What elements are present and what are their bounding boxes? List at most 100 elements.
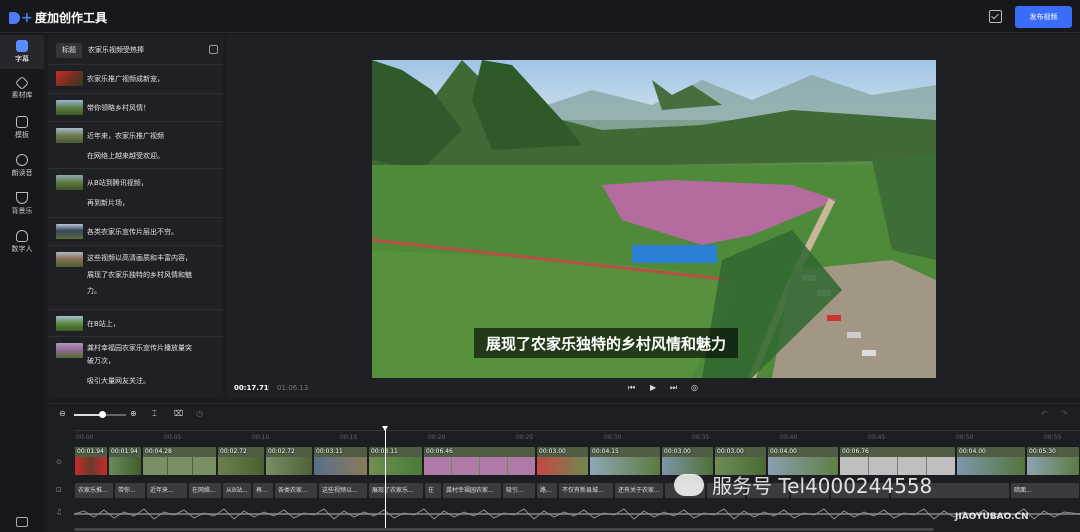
clip-duration: 00:01.94	[77, 448, 104, 455]
video-clip[interactable]: 00:05.30	[1026, 446, 1080, 476]
previous-frame-icon[interactable]: ⏮	[628, 383, 635, 392]
clip-thumbnail	[56, 343, 83, 358]
subtitle-clip[interactable]: 带你...	[114, 482, 146, 499]
video-frame[interactable]: 展现了农家乐独特的乡村风情和魅力	[372, 60, 936, 378]
redo-icon[interactable]: ↷	[1061, 409, 1068, 418]
subtitle-item[interactable]: 这些视频以高清画质和丰富内容， 展现了农家乐独特的乡村风情和魅 力。	[48, 246, 223, 310]
video-clip[interactable]: 00:04.00	[956, 446, 1026, 476]
fullscreen-icon[interactable]: ◎	[691, 383, 698, 392]
clip-duration: 00:03.00	[539, 448, 566, 455]
app-name: 度加创作工具	[35, 11, 108, 25]
clip-duration: 00:04.28	[145, 448, 172, 455]
subtitle-clip[interactable]: 展现了农家乐...	[368, 482, 424, 499]
subtitle-clip-text: 龚村幸福园农家...	[446, 487, 494, 494]
time-separator: /	[267, 384, 270, 392]
subtitle-clip[interactable]: 这些视频以...	[318, 482, 368, 499]
rail-item-label: 模板	[15, 131, 29, 139]
speech-icon	[16, 154, 28, 166]
rail-item-avatar[interactable]: 数字人	[0, 225, 44, 259]
rail-item-subtitles[interactable]: 字幕	[0, 35, 44, 69]
rail-item-music[interactable]: 背景乐	[0, 187, 44, 221]
subtitle-clip[interactable]: 从B站...	[222, 482, 252, 499]
audio-waveform[interactable]	[74, 507, 1080, 521]
rail-item-materials[interactable]: 素材库	[0, 73, 44, 107]
rail-item-label: 数字人	[11, 245, 33, 253]
clip-thumbnail	[56, 316, 83, 331]
subtitle-clip[interactable]: 农家乐推...	[74, 482, 114, 499]
audio-track-icon: ♫	[56, 508, 63, 516]
subtitle-item[interactable]: 从B站到腾讯视频， 再到新片场，	[48, 169, 223, 218]
subtitle-clip[interactable]: 近年来...	[146, 482, 188, 499]
subtitle-clip[interactable]: 吸引...	[502, 482, 536, 499]
ruler-tick: 00:55	[1044, 434, 1062, 441]
video-title[interactable]: 农家乐视频受热捧	[88, 45, 144, 55]
play-icon[interactable]: ▶	[650, 383, 656, 392]
subtitle-clip-text: 吸引...	[506, 487, 524, 494]
video-clip[interactable]: 00:04.15	[589, 446, 661, 476]
subtitle-clip[interactable]: 还有关于农家...	[614, 482, 664, 499]
subtitle-clip-text: 这些视频以...	[322, 487, 358, 494]
subtitle-clip-text: 农家乐推...	[78, 487, 108, 494]
save-status-icon[interactable]	[989, 10, 1002, 23]
clip-duration: 00:04.15	[592, 448, 619, 455]
publish-button[interactable]: 发布视频	[1015, 6, 1072, 28]
next-frame-icon[interactable]: ⏭	[670, 383, 677, 392]
zoom-slider-handle[interactable]	[99, 411, 106, 418]
video-clip[interactable]: 00:03.11	[313, 446, 368, 476]
timeline-scrollbar[interactable]	[74, 528, 934, 531]
subtitle-text: 展现了农家乐独特的乡村风情和魅	[87, 271, 192, 279]
video-clip[interactable]: 00:03.00	[536, 446, 589, 476]
zoom-out-icon[interactable]: ⊖	[59, 409, 66, 418]
subtitle-clip[interactable]: 不仅有新县城...	[558, 482, 614, 499]
ruler-tick: 00:05	[164, 434, 182, 441]
subtitle-clip-text: 在网络...	[192, 487, 216, 494]
subtitle-item[interactable]: 带你领略乡村风情！	[48, 94, 223, 122]
rail-item-templates[interactable]: 模板	[0, 111, 44, 145]
subtitle-clip[interactable]: 龚村幸福园农家...	[442, 482, 502, 499]
music-note-icon	[16, 192, 28, 204]
top-bar: + 度加创作工具 发布视频	[0, 0, 1080, 33]
subtitle-text: 这些视频以高清画质和丰富内容，	[87, 254, 192, 262]
ai-magic-icon[interactable]	[209, 45, 218, 54]
video-clip[interactable]: 00:03.11	[368, 446, 423, 476]
subtitle-item[interactable]: 在B站上，	[48, 310, 223, 337]
total-time: 01:06.13	[277, 384, 309, 392]
video-clip[interactable]: 00:01.94	[74, 446, 108, 476]
playhead[interactable]	[382, 426, 388, 528]
subtitle-text: 带你领略乡村风情！	[87, 104, 150, 112]
video-clip[interactable]: 00:06.46	[423, 446, 536, 476]
clip-thumbnail	[56, 71, 83, 86]
keyboard-icon[interactable]	[16, 517, 28, 527]
subtitle-clip[interactable]: 再...	[252, 482, 274, 499]
rail-item-label: 素材库	[11, 91, 33, 99]
subtitle-clip[interactable]: 在网络...	[188, 482, 222, 499]
subtitle-clip[interactable]: 在	[424, 482, 442, 499]
watermark-site: JIAOYUBAO.CN	[955, 512, 1029, 522]
speed-icon[interactable]: ◷	[196, 409, 203, 418]
rail-item-voice[interactable]: 朗读音	[0, 149, 44, 183]
video-clip[interactable]: 00:02.72	[265, 446, 313, 476]
subtitle-clip-text: 再...	[256, 487, 268, 494]
wechat-icon	[674, 473, 704, 496]
subtitle-clip[interactable]: 暗面...	[1010, 482, 1080, 499]
subtitle-item[interactable]: 近年来，农家乐推广视频 在网络上越来越受欢迎。	[48, 122, 223, 169]
clip-duration: 00:05.30	[1029, 448, 1056, 455]
split-icon[interactable]: ⌶	[152, 409, 157, 419]
undo-icon[interactable]: ↶	[1041, 409, 1048, 418]
video-clip[interactable]: 00:01.94	[108, 446, 142, 476]
subtitle-clip[interactable]: 各类农家...	[274, 482, 318, 499]
subtitle-item[interactable]: 龚村幸福园农家乐宣传片播放量突 破万次， 吸引大量网友关注。	[48, 337, 223, 397]
subtitle-clip[interactable]: 路...	[536, 482, 558, 499]
watermark-text: 服务号 Tel4000244558	[712, 474, 933, 498]
zoom-slider[interactable]	[74, 411, 126, 418]
subtitle-item[interactable]: 各类农家乐宣传片层出不穷。	[48, 218, 223, 246]
zoom-in-icon[interactable]: ⊕	[130, 409, 137, 418]
timeline: ⊖ ⊕ ⌶ ⌧ ◷ ↶ ↷ 00:00 00:05 00:10 00:15 00…	[48, 403, 1080, 532]
logo-icon: +	[9, 11, 33, 25]
delete-icon[interactable]: ⌧	[174, 409, 183, 418]
video-clip[interactable]: 00:04.28	[142, 446, 217, 476]
ruler-tick: 00:15	[340, 434, 358, 441]
video-clip[interactable]: 00:02.72	[217, 446, 265, 476]
subtitle-text: 农家乐推广视频成新宠，	[87, 75, 164, 83]
subtitle-item[interactable]: 农家乐推广视频成新宠，	[48, 65, 223, 94]
